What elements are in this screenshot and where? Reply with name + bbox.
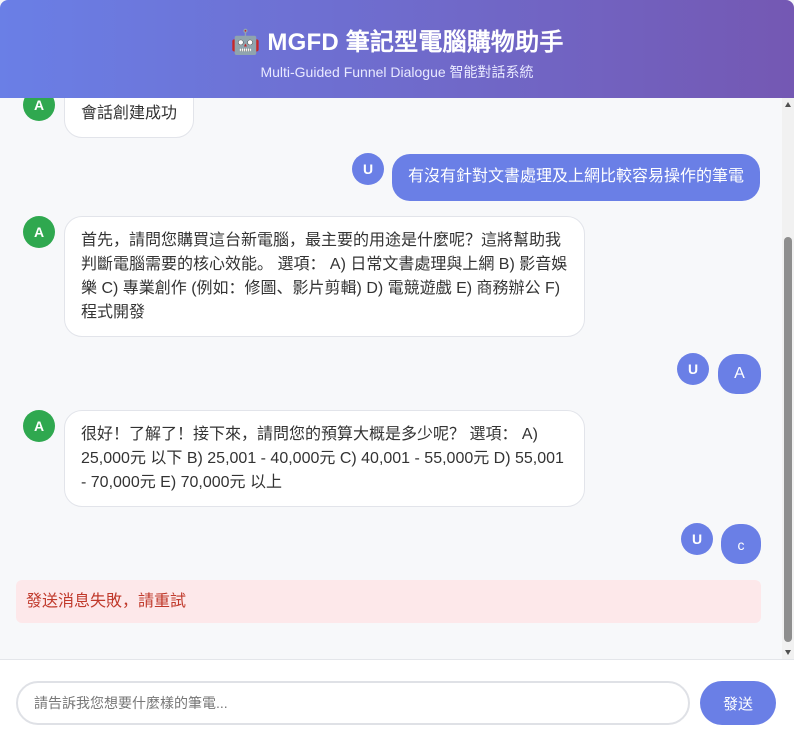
chat-scrollbar[interactable]: [782, 98, 794, 659]
message-line: 程式開發: [81, 304, 146, 321]
message-text: c: [737, 537, 745, 553]
assistant-avatar: A: [23, 216, 55, 248]
message-text: 有沒有針對文書處理及上網比較容易操作的筆電: [408, 168, 745, 185]
message-line: - 70,000元 E) 70,000元 以上: [81, 474, 282, 491]
user-avatar: U: [677, 353, 709, 385]
scroll-up-icon[interactable]: [785, 102, 791, 107]
input-bar: 發送: [0, 659, 794, 740]
message-line: 判斷電腦需要的核心效能。 選項： A) 日常文書處理與上網 B) 影音娛: [81, 256, 568, 273]
send-button[interactable]: 發送: [700, 681, 776, 725]
assistant-message: 很好！了解了！接下來，請問您的預算大概是多少呢？ 選項： A) 25,000元 …: [64, 410, 585, 507]
assistant-message: 會話創建成功: [64, 98, 195, 138]
app-header: 🤖 MGFD 筆記型電腦購物助手 Multi-Guided Funnel Dia…: [0, 0, 794, 98]
app-title: 🤖 MGFD 筆記型電腦購物助手: [230, 29, 564, 56]
scroll-down-icon[interactable]: [785, 650, 791, 655]
message-input[interactable]: [16, 681, 690, 725]
assistant-avatar: A: [23, 410, 55, 442]
message-line: 很好！了解了！接下來，請問您的預算大概是多少呢？ 選項： A): [81, 426, 538, 443]
message-line: 樂 C) 專業創作 (例如：修圖、影片剪輯) D) 電競遊戲 E) 商務辦公 F…: [81, 280, 561, 297]
assistant-avatar: A: [23, 98, 55, 121]
message-text: A: [734, 365, 745, 382]
scrollbar-thumb[interactable]: [784, 237, 792, 642]
assistant-message: 首先，請問您購買這台新電腦，最主要的用途是什麼呢？這將幫助我 判斷電腦需要的核心…: [64, 216, 585, 337]
chat-history[interactable]: A 會話創建成功 有沒有針對文書處理及上網比較容易操作的筆電 U A 首先，請問…: [0, 98, 782, 659]
message-line: 25,000元 以下 B) 25,001 - 40,000元 C) 40,001…: [81, 450, 564, 467]
user-message: c: [721, 524, 761, 564]
message-text: 會話創建成功: [81, 105, 178, 122]
user-avatar: U: [681, 523, 713, 555]
user-message: A: [718, 354, 761, 394]
message-line: 首先，請問您購買這台新電腦，最主要的用途是什麼呢？這將幫助我: [81, 232, 562, 249]
user-message: 有沒有針對文書處理及上網比較容易操作的筆電: [392, 154, 761, 201]
user-avatar: U: [352, 153, 384, 185]
error-message: 發送消息失敗，請重試: [16, 580, 761, 623]
app-subtitle: Multi-Guided Funnel Dialogue 智能對話系統: [260, 64, 534, 80]
